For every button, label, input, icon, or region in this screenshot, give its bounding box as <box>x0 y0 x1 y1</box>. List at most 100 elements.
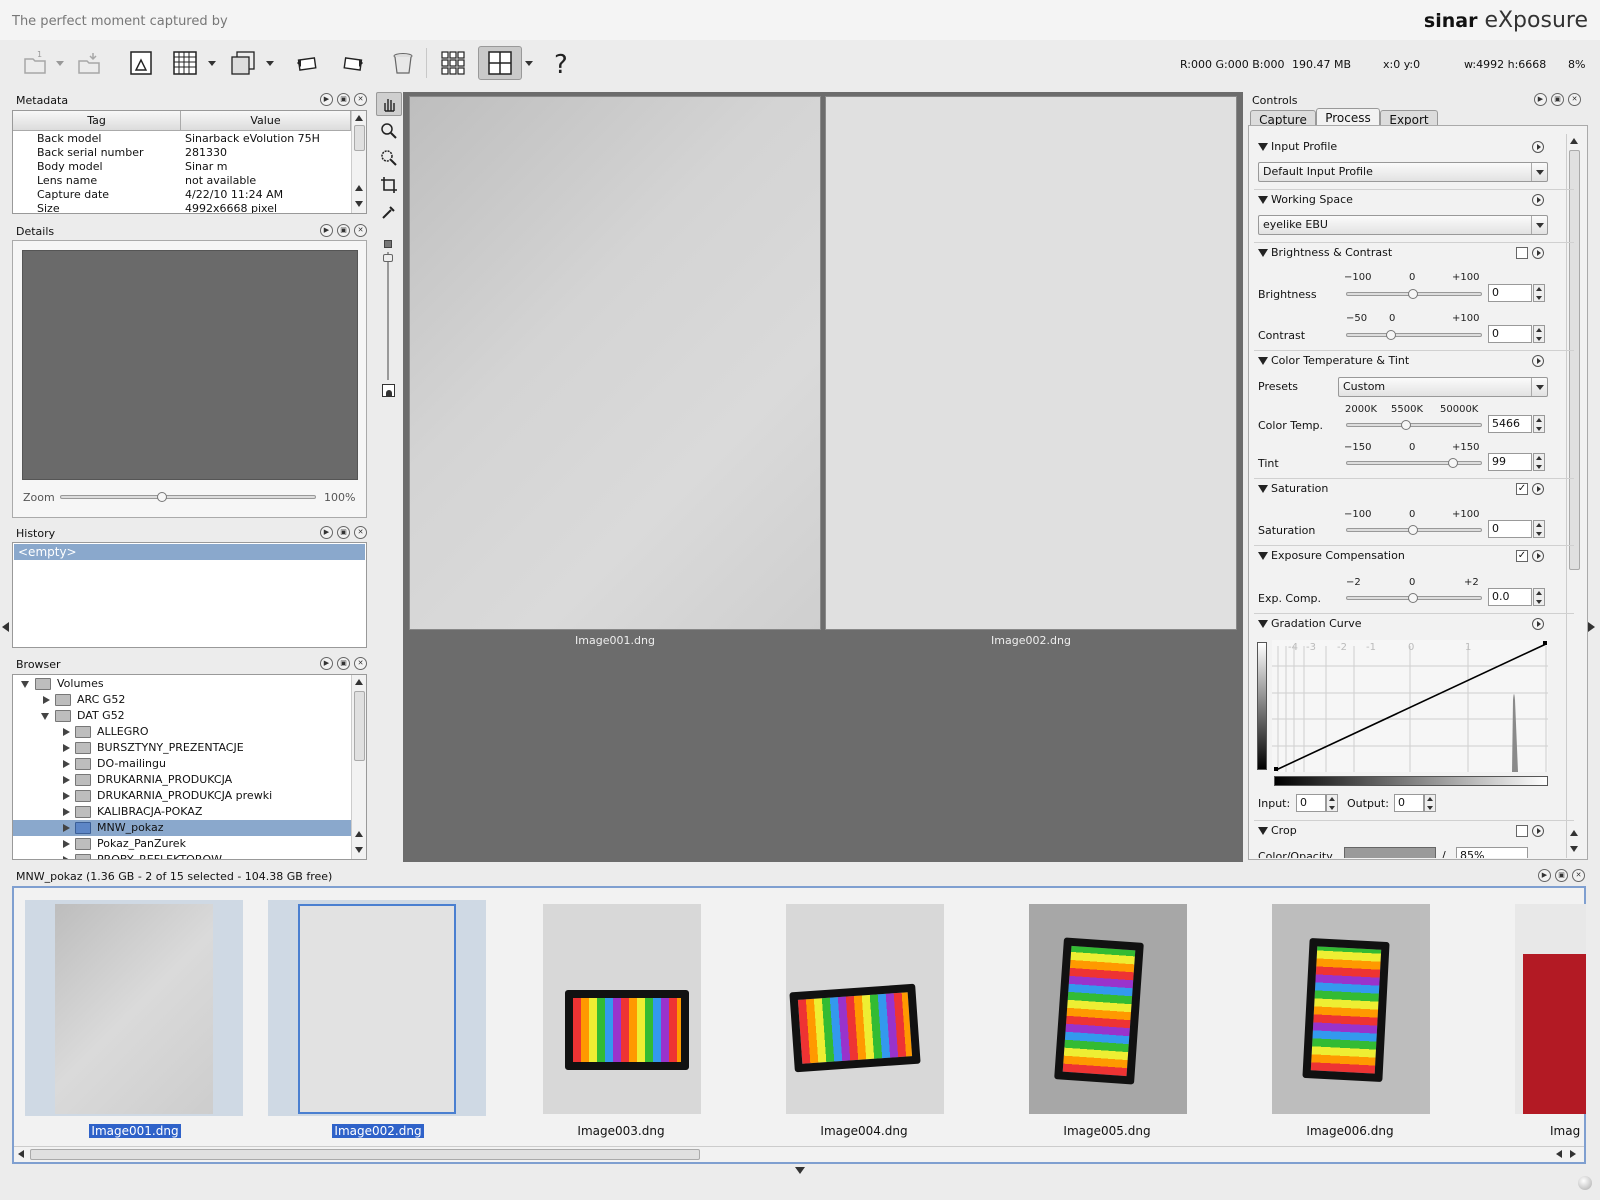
saturation-header[interactable]: Saturation <box>1258 482 1328 495</box>
thumbnail-grid-icon[interactable] <box>436 46 470 80</box>
section-menu-button[interactable] <box>1532 355 1544 367</box>
tree-item[interactable]: DRUKARNIA_PRODUKCJA prewki <box>13 788 351 804</box>
tree-item[interactable]: Volumes <box>13 676 351 692</box>
exposure-knob[interactable] <box>1408 593 1418 603</box>
section-menu-button[interactable] <box>1532 483 1544 495</box>
section-menu-button[interactable] <box>1532 194 1544 206</box>
section-menu-button[interactable] <box>1532 247 1544 259</box>
color-temp-knob[interactable] <box>1401 420 1411 430</box>
rotate-left-icon[interactable] <box>290 46 324 80</box>
hand-tool-icon[interactable] <box>376 92 402 116</box>
expand-triangle-right-icon[interactable] <box>63 776 70 784</box>
import-icon[interactable] <box>72 46 106 80</box>
thumbnail-image005[interactable] <box>997 900 1215 1116</box>
expand-triangle-right-icon[interactable] <box>63 792 70 800</box>
metadata-scrollbar[interactable] <box>351 111 366 213</box>
scroll-up-arrow[interactable] <box>1570 138 1578 144</box>
thumbnail-image006[interactable] <box>1240 900 1458 1116</box>
column-header-value[interactable]: Value <box>181 111 351 131</box>
saturation-checkbox[interactable]: ✓ <box>1516 483 1528 495</box>
color-temp-input[interactable]: 5466 <box>1488 415 1532 433</box>
rotate-right-icon[interactable] <box>336 46 370 80</box>
panel-collapse-button[interactable]: ▶ <box>320 526 333 539</box>
expand-triangle-right-icon[interactable] <box>63 728 70 736</box>
panel-close-button[interactable]: ✕ <box>354 93 367 106</box>
metadata-row[interactable]: Body model Sinar m <box>13 160 351 174</box>
scroll-right-arrow[interactable] <box>1570 1150 1576 1158</box>
working-space-header[interactable]: Working Space <box>1258 193 1353 206</box>
brightness-contrast-header[interactable]: Brightness & Contrast <box>1258 246 1392 259</box>
scroll-down-arrow[interactable] <box>355 201 363 207</box>
panel-collapse-button[interactable]: ▶ <box>320 93 333 106</box>
contrast-knob[interactable] <box>1386 330 1396 340</box>
panel-close-button[interactable]: ✕ <box>1568 93 1581 106</box>
open-folder-icon[interactable]: 1 <box>18 46 52 80</box>
eyedropper-tool-icon[interactable] <box>376 200 402 224</box>
tint-slider[interactable] <box>1346 461 1482 465</box>
gradation-curve-graph[interactable] <box>1272 640 1548 772</box>
view-zoom-slider[interactable] <box>387 252 389 380</box>
expand-triangle-down-icon[interactable] <box>21 681 29 688</box>
tint-knob[interactable] <box>1448 458 1458 468</box>
browser-scrollbar[interactable] <box>351 675 366 859</box>
input-profile-header[interactable]: Input Profile <box>1258 140 1337 153</box>
tree-item[interactable]: BURSZTYNY_PREZENTACJE <box>13 740 351 756</box>
contrast-slider[interactable] <box>1346 333 1482 337</box>
panel-float-button[interactable]: ▣ <box>337 93 350 106</box>
thumbnail-image004[interactable] <box>754 900 972 1116</box>
contrast-stepper[interactable] <box>1533 325 1545 343</box>
panel-float-button[interactable]: ▣ <box>337 224 350 237</box>
crop-header[interactable]: Crop <box>1258 824 1297 837</box>
help-icon[interactable]: ? <box>544 46 578 80</box>
crop-opacity-input[interactable]: 85% <box>1456 847 1528 858</box>
scroll-up-arrow[interactable] <box>355 185 363 191</box>
tree-item[interactable]: DO-mailingu <box>13 756 351 772</box>
tint-stepper[interactable] <box>1533 453 1545 471</box>
section-menu-button[interactable] <box>1532 618 1544 630</box>
metadata-row[interactable]: Capture date 4/22/10 11:24 AM <box>13 188 351 202</box>
curve-input-stepper[interactable] <box>1326 794 1338 812</box>
scroll-thumb[interactable] <box>1569 150 1580 570</box>
view-zoom-knob[interactable] <box>383 254 393 262</box>
copy-layers-icon[interactable] <box>226 46 260 80</box>
panel-close-button[interactable]: ✕ <box>1572 869 1585 882</box>
grid-overlay-icon[interactable] <box>168 46 202 80</box>
color-temp-stepper[interactable] <box>1533 415 1545 433</box>
column-header-tag[interactable]: Tag <box>13 111 181 131</box>
working-space-select[interactable]: eyelike EBU <box>1258 215 1548 235</box>
panel-float-button[interactable]: ▣ <box>337 526 350 539</box>
trash-icon[interactable] <box>386 46 420 80</box>
curve-output-stepper[interactable] <box>1424 794 1436 812</box>
tree-item[interactable]: ARC G52 <box>13 692 351 708</box>
zoom-tool-icon[interactable] <box>376 119 402 143</box>
section-menu-button[interactable] <box>1532 550 1544 562</box>
thumbnail-image007[interactable] <box>1483 900 1586 1116</box>
scroll-left-arrow[interactable] <box>1556 1150 1562 1158</box>
saturation-knob[interactable] <box>1408 525 1418 535</box>
collapse-bottom-arrow-icon[interactable] <box>795 1167 805 1174</box>
image-viewer[interactable]: Image001.dng Image002.dng <box>403 92 1243 862</box>
open-dropdown-arrow[interactable] <box>56 61 64 66</box>
exposure-stepper[interactable] <box>1533 588 1545 606</box>
expand-triangle-right-icon[interactable] <box>63 856 70 859</box>
contrast-input[interactable]: 0 <box>1488 325 1532 343</box>
crop-tool-icon[interactable] <box>376 173 402 197</box>
panel-float-button[interactable]: ▣ <box>1555 869 1568 882</box>
panel-close-button[interactable]: ✕ <box>354 224 367 237</box>
tint-input[interactable]: 99 <box>1488 453 1532 471</box>
section-menu-button[interactable] <box>1532 825 1544 837</box>
brightness-knob[interactable] <box>1408 289 1418 299</box>
exposure-header[interactable]: Exposure Compensation <box>1258 549 1405 562</box>
panel-float-button[interactable]: ▣ <box>337 657 350 670</box>
collapse-right-arrow-icon[interactable] <box>1588 622 1595 632</box>
crop-color-swatch[interactable] <box>1344 847 1436 858</box>
tree-item[interactable]: KALIBRACJA-POKAZ <box>13 804 351 820</box>
viewer-image-1[interactable] <box>409 96 821 630</box>
zoom-area-tool-icon[interactable] <box>376 146 402 170</box>
tree-item[interactable]: MNW_pokaz <box>13 820 351 836</box>
tree-item[interactable]: DAT G52 <box>13 708 351 724</box>
panel-collapse-button[interactable]: ▶ <box>1538 869 1551 882</box>
panel-collapse-button[interactable]: ▶ <box>320 224 333 237</box>
gradation-header[interactable]: Gradation Curve <box>1258 617 1362 630</box>
collapse-left-arrow-icon[interactable] <box>2 622 9 632</box>
